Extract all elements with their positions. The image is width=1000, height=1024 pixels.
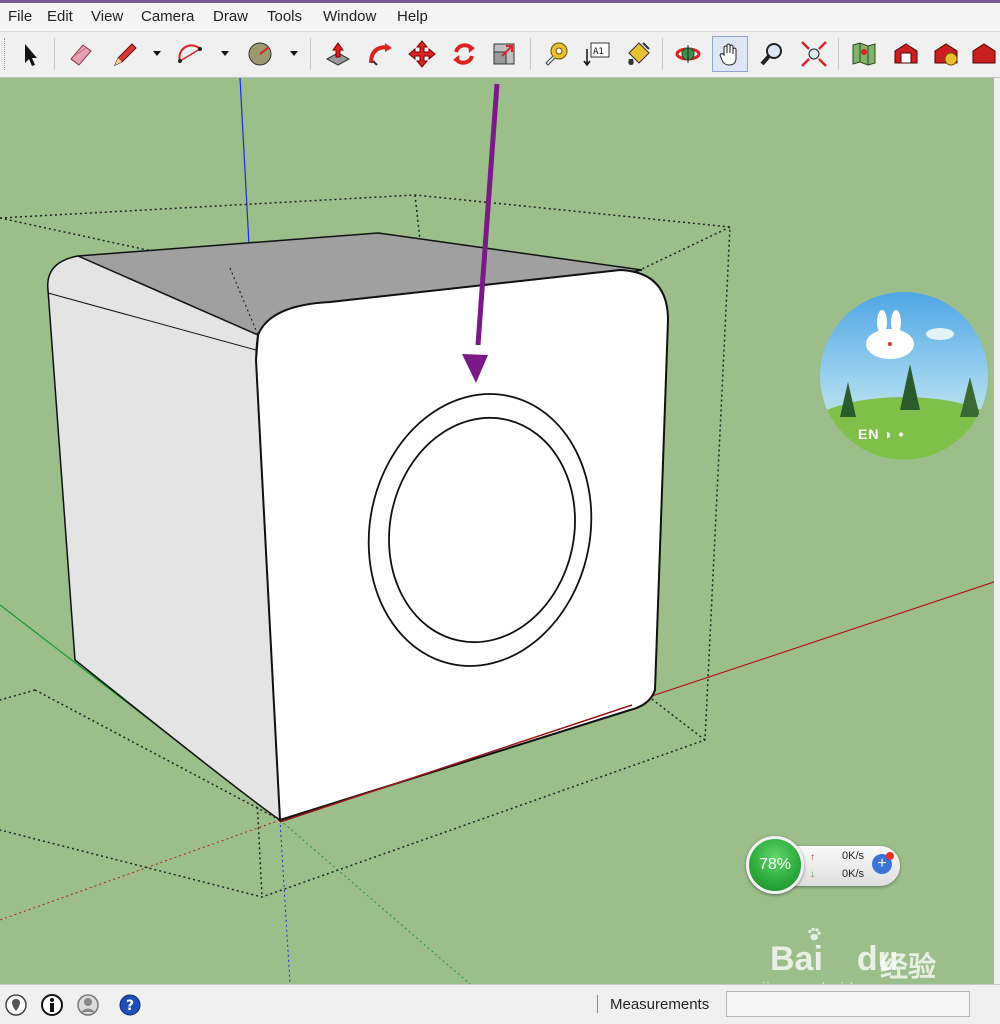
chevron-down-icon[interactable]: [151, 47, 163, 59]
upload-arrow-icon: ↑: [810, 852, 815, 863]
magnifier-icon: [760, 43, 782, 66]
svg-text:?: ?: [126, 998, 134, 1014]
select-tool[interactable]: [12, 36, 48, 72]
menu-edit[interactable]: Edit: [47, 8, 73, 25]
line-tool[interactable]: [106, 36, 142, 72]
arc-tool[interactable]: [172, 36, 208, 72]
toolbar-separator: [310, 38, 311, 70]
menu-bar: File Edit View Camera Draw Tools Window …: [0, 0, 1000, 32]
window-top-border: [0, 0, 1000, 3]
toolbar-separator: [662, 38, 663, 70]
menu-tools[interactable]: Tools: [267, 8, 302, 25]
text-tool[interactable]: A1: [578, 36, 614, 72]
red-axis-negative: [0, 819, 281, 921]
extension-icon: [972, 43, 996, 64]
shape-tool[interactable]: [242, 36, 278, 72]
toolbar-separator: [530, 38, 531, 70]
pencil-icon: [114, 43, 137, 66]
box-front-face: [254, 268, 670, 822]
chevron-down-icon[interactable]: [219, 47, 231, 59]
pan-tool[interactable]: [712, 36, 748, 72]
status-separator: [597, 995, 598, 1013]
follow-me-tool[interactable]: [362, 36, 398, 72]
share-model-tool[interactable]: [928, 36, 964, 72]
notification-dot: [886, 852, 894, 860]
watermark-brand-cn: 经验: [880, 951, 937, 982]
help-icon[interactable]: ?: [118, 993, 142, 1017]
move-icon: [408, 40, 436, 68]
download-arrow-icon: ↓: [810, 869, 815, 880]
network-speed-widget[interactable]: 78% ↑ 0K/s ↓ 0K/s +: [746, 836, 900, 894]
menu-help[interactable]: Help: [397, 8, 428, 25]
menu-view[interactable]: View: [91, 8, 123, 25]
zoom-extents-tool[interactable]: [796, 36, 832, 72]
chevron-down-icon[interactable]: [288, 47, 300, 59]
box-left-face: [47, 255, 281, 822]
text-icon: A1: [583, 42, 610, 67]
window-right-border: [994, 78, 1000, 984]
move-tool[interactable]: [404, 36, 440, 72]
hand-icon: [719, 43, 737, 66]
paint-bucket-icon: [628, 42, 650, 65]
zoom-extents-icon: [801, 41, 827, 67]
toolbar-separator: [54, 38, 55, 70]
credits-icon[interactable]: [40, 993, 64, 1017]
push-pull-tool[interactable]: [320, 36, 356, 72]
user-icon[interactable]: [76, 993, 100, 1017]
warehouse-icon: [894, 43, 918, 64]
green-axis-negative: [279, 819, 471, 984]
share-icon: [934, 43, 958, 66]
paint-bucket-tool[interactable]: [620, 36, 656, 72]
rotate-icon: [453, 43, 475, 65]
watermark-brand-bai: Bai: [770, 940, 823, 978]
text-tool-glyph: A1: [593, 47, 604, 57]
menu-camera[interactable]: Camera: [141, 8, 194, 25]
arc-icon: [178, 44, 202, 63]
map-icon: [852, 42, 876, 66]
ime-status-text: EN ◗ •: [858, 426, 905, 442]
add-location-tool[interactable]: [846, 36, 882, 72]
eraser-icon: [70, 44, 92, 66]
orbit-icon: [675, 45, 701, 63]
follow-me-icon: [369, 43, 392, 66]
rotate-tool[interactable]: [446, 36, 482, 72]
scale-tool[interactable]: [486, 36, 522, 72]
toolbar-separator: [838, 38, 839, 70]
geo-location-icon[interactable]: [4, 993, 28, 1017]
tape-measure-tool[interactable]: [538, 36, 574, 72]
status-bar: ? Measurements: [0, 984, 1000, 1024]
blue-axis-negative: [279, 819, 291, 984]
measurements-input[interactable]: [726, 991, 970, 1017]
measurements-label: Measurements: [610, 996, 710, 1013]
download-rate: 0K/s: [842, 868, 865, 880]
push-pull-icon: [325, 42, 351, 66]
menu-window[interactable]: Window: [323, 8, 376, 25]
toolbar-grip[interactable]: [4, 38, 8, 70]
arrow-cursor-icon: [25, 44, 37, 66]
extension-tool[interactable]: [966, 36, 1000, 72]
upload-rate: 0K/s: [842, 850, 865, 862]
get-models-tool[interactable]: [888, 36, 924, 72]
zoom-tool[interactable]: [754, 36, 790, 72]
tape-measure-icon: [545, 42, 568, 66]
eraser-tool[interactable]: [62, 36, 98, 72]
network-percent-badge[interactable]: 78%: [746, 836, 804, 894]
scale-icon: [493, 43, 515, 65]
menu-file[interactable]: File: [8, 8, 32, 25]
menu-draw[interactable]: Draw: [213, 8, 248, 25]
main-toolbar: A1: [0, 32, 1000, 78]
circle-shape-icon: [248, 42, 272, 66]
orbit-tool[interactable]: [670, 36, 706, 72]
